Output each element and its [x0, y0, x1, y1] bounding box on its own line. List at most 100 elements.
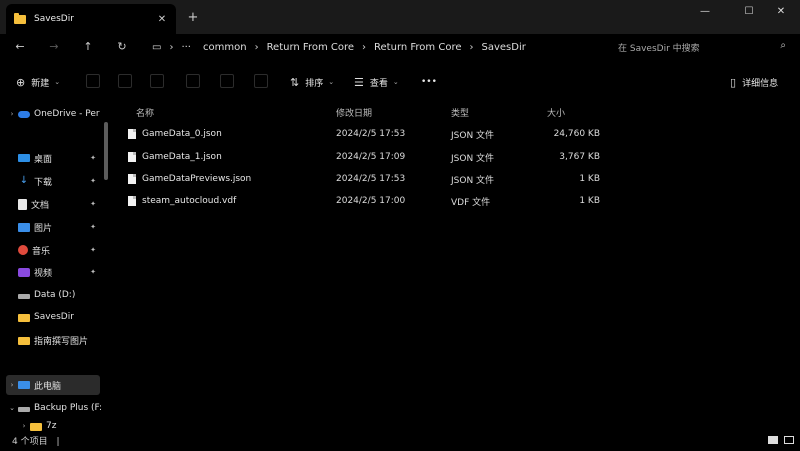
- tiles-view-icon: [784, 436, 794, 444]
- file-type: VDF 文件: [451, 197, 491, 208]
- navigation-pane: › OneDrive - Per 桌面 ✦ ↓ 下载 ✦ 文档 ✦ 图片 ✦ 音…: [0, 100, 110, 432]
- delete-icon[interactable]: [254, 74, 268, 88]
- expand-arrow-icon[interactable]: ›: [6, 110, 18, 118]
- file-name: GameDataPreviews.json: [142, 174, 252, 184]
- search-icon: ⌕: [780, 40, 786, 51]
- drive-icon: [18, 407, 30, 412]
- view-icon: ☰: [354, 75, 364, 89]
- details-view-button[interactable]: [766, 434, 780, 446]
- music-icon: [18, 245, 28, 255]
- table-row[interactable]: GameData_1.json 2024/2/5 17:09 JSON 文件 3…: [124, 146, 604, 168]
- table-row[interactable]: GameDataPreviews.json 2024/2/5 17:53 JSO…: [124, 168, 604, 190]
- sidebar-item-7z[interactable]: › 7z: [0, 420, 104, 432]
- column-header-name[interactable]: 名称: [136, 106, 154, 120]
- rename-icon[interactable]: [186, 74, 200, 88]
- sidebar-label: 音乐: [32, 246, 51, 257]
- pin-icon: ✦: [90, 268, 96, 276]
- paste-icon[interactable]: [150, 74, 164, 88]
- file-modified: 2024/2/5 17:53: [336, 174, 406, 184]
- title-bar: SavesDir ✕ + — ☐ ✕: [0, 0, 800, 34]
- search-input[interactable]: 在 SavesDir 中搜索 ⌕: [610, 37, 794, 57]
- view-button[interactable]: ☰ 查看 ⌄: [354, 72, 399, 92]
- file-name: GameData_1.json: [142, 152, 222, 162]
- table-row[interactable]: GameData_0.json 2024/2/5 17:53 JSON 文件 2…: [124, 123, 604, 145]
- navigation-bar: ← → ↑ ↻ ▭ › ··· common › Return From Cor…: [0, 34, 800, 60]
- close-window-button[interactable]: ✕: [762, 0, 800, 22]
- details-button[interactable]: ▯ 详细信息: [730, 72, 778, 92]
- close-tab-icon[interactable]: ✕: [154, 11, 170, 27]
- file-name: GameData_0.json: [142, 129, 222, 139]
- sidebar-item-desktop[interactable]: 桌面 ✦: [0, 148, 104, 168]
- breadcrumb-savesdir[interactable]: SavesDir: [476, 42, 532, 53]
- details-pane-icon: ▯: [730, 75, 737, 89]
- back-button[interactable]: ←: [9, 35, 31, 57]
- sidebar-item-downloads[interactable]: ↓ 下载 ✦: [0, 171, 104, 191]
- file-icon: [128, 196, 136, 206]
- chevron-right-icon: ›: [469, 41, 474, 53]
- pin-icon: ✦: [90, 200, 96, 208]
- minimize-button[interactable]: —: [686, 0, 724, 22]
- sort-icon: ⇅: [290, 75, 300, 89]
- tab-title: SavesDir: [34, 14, 74, 24]
- sidebar-item-music[interactable]: 音乐 ✦: [0, 240, 104, 260]
- file-modified: 2024/2/5 17:53: [336, 129, 406, 139]
- chevron-down-icon: ⌄: [328, 78, 335, 86]
- share-icon[interactable]: [220, 74, 234, 88]
- up-button[interactable]: ↑: [77, 35, 99, 57]
- download-icon: ↓: [19, 175, 29, 186]
- sidebar-item-data-drive[interactable]: Data (D:): [0, 285, 104, 305]
- pin-icon: ✦: [90, 223, 96, 231]
- column-header-type[interactable]: 类型: [451, 106, 469, 120]
- more-options-button[interactable]: •••: [421, 72, 437, 92]
- more-label: •••: [421, 77, 437, 87]
- file-icon: [128, 129, 136, 139]
- expand-arrow-icon[interactable]: ›: [18, 422, 30, 430]
- copy-icon[interactable]: [118, 74, 132, 88]
- file-type: JSON 文件: [451, 153, 495, 164]
- folder-icon: [18, 313, 30, 322]
- file-modified: 2024/2/5 17:00: [336, 196, 406, 206]
- column-header-modified[interactable]: 修改日期: [336, 106, 372, 120]
- tiles-view-button[interactable]: [782, 434, 796, 446]
- sidebar-item-backup-plus[interactable]: ⌄ Backup Plus (F:: [0, 398, 104, 418]
- plus-circle-icon: ⊕: [16, 75, 26, 89]
- drive-icon: [18, 294, 30, 299]
- sidebar-item-videos[interactable]: 视频 ✦: [0, 262, 104, 282]
- table-row[interactable]: steam_autocloud.vdf 2024/2/5 17:00 VDF 文…: [124, 190, 604, 212]
- pin-icon: ✦: [90, 154, 96, 162]
- pin-icon: ✦: [90, 177, 96, 185]
- expand-arrow-icon[interactable]: ›: [6, 381, 18, 389]
- breadcrumb-return-from-core-1[interactable]: Return From Core: [261, 42, 360, 53]
- sidebar-item-pictures[interactable]: 图片 ✦: [0, 217, 104, 237]
- sidebar-scrollbar[interactable]: [104, 122, 108, 180]
- file-size: 3,767 KB: [559, 152, 600, 162]
- monitor-icon[interactable]: ▭: [146, 42, 167, 53]
- file-size: 1 KB: [579, 174, 600, 184]
- column-header-size[interactable]: 大小: [547, 106, 565, 120]
- file-size: 24,760 KB: [553, 129, 600, 139]
- sidebar-item-documents[interactable]: 文档 ✦: [0, 194, 104, 214]
- forward-button[interactable]: →: [43, 35, 65, 57]
- collapse-arrow-icon[interactable]: ⌄: [6, 404, 18, 412]
- sort-button[interactable]: ⇅ 排序 ⌄: [290, 72, 334, 92]
- overflow-crumbs-button[interactable]: ···: [175, 42, 197, 53]
- sidebar-label: 文档: [31, 200, 50, 211]
- breadcrumb-return-from-core-2[interactable]: Return From Core: [368, 42, 467, 53]
- tab-savesdir[interactable]: SavesDir ✕: [6, 4, 176, 34]
- breadcrumb-common[interactable]: common: [197, 42, 253, 53]
- sidebar-item-onedrive[interactable]: › OneDrive - Per: [0, 104, 104, 124]
- refresh-button[interactable]: ↻: [111, 35, 133, 57]
- new-button[interactable]: ⊕ 新建 ⌄: [16, 72, 60, 92]
- new-tab-button[interactable]: +: [184, 8, 202, 26]
- cut-icon[interactable]: [86, 74, 100, 88]
- sidebar-item-this-pc[interactable]: › 此电脑: [6, 375, 100, 395]
- sidebar-item-guide-images[interactable]: 指南撰写图片: [0, 330, 104, 350]
- sidebar-item-savesdir[interactable]: SavesDir: [0, 307, 104, 327]
- sidebar-label: 视频: [34, 268, 53, 279]
- address-bar[interactable]: ▭ › ··· common › Return From Core › Retu…: [146, 37, 604, 57]
- folder-icon: [18, 336, 30, 345]
- sidebar-label: 7z: [46, 421, 57, 431]
- details-view-icon: [768, 436, 778, 444]
- file-size: 1 KB: [579, 196, 600, 206]
- sidebar-label: Data (D:): [34, 290, 76, 300]
